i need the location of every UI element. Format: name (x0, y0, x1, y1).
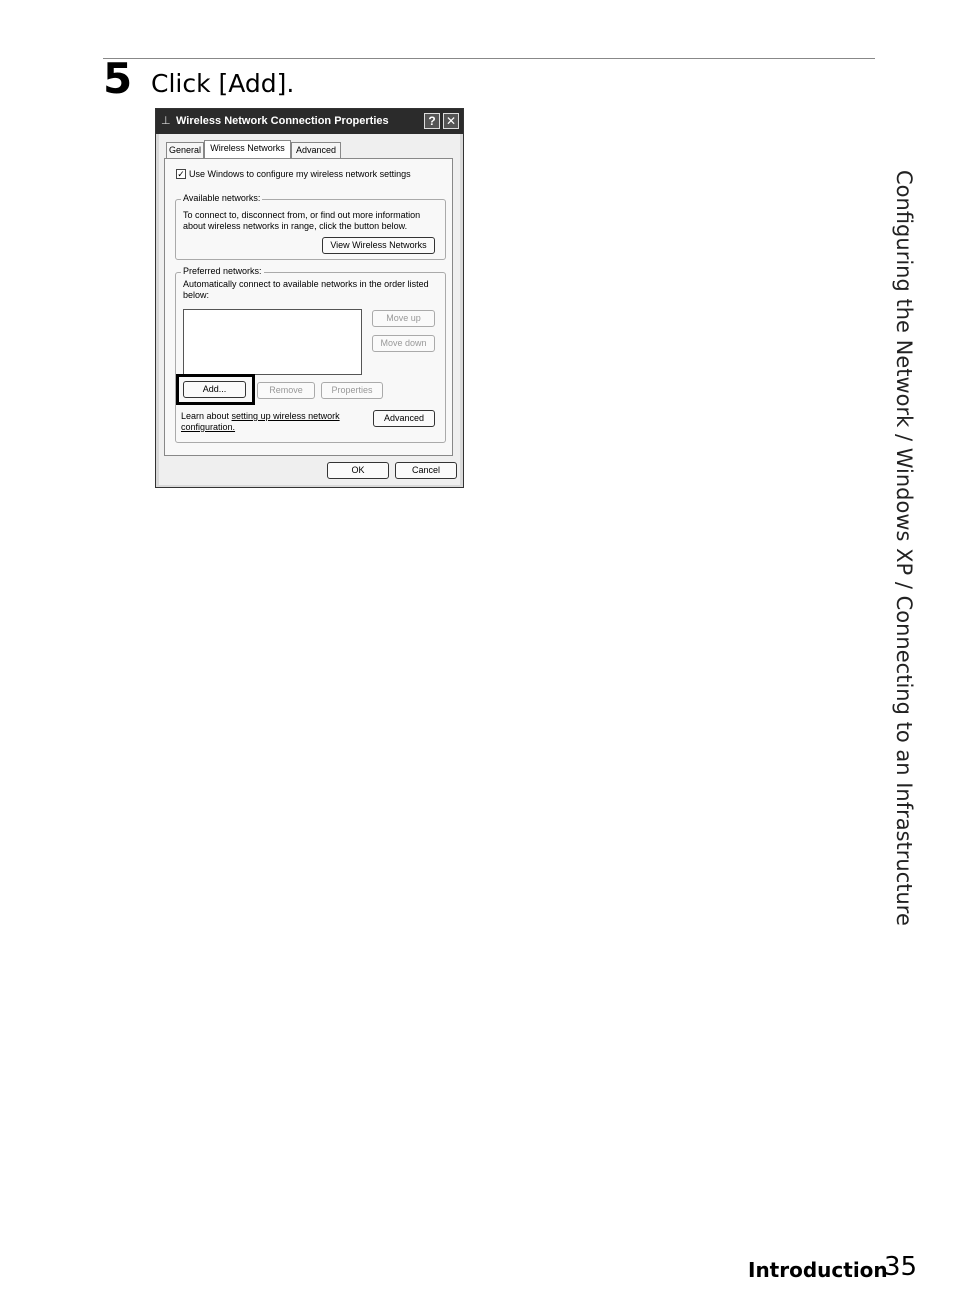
move-down-button[interactable]: Move down (372, 335, 435, 352)
available-networks-text-2: about wireless networks in range, click … (183, 221, 408, 231)
step-number: 5 (103, 54, 133, 103)
add-button[interactable]: Add... (183, 381, 246, 398)
view-wireless-networks-button[interactable]: View Wireless Networks (322, 237, 435, 254)
preferred-networks-list[interactable] (183, 309, 362, 375)
wireless-properties-dialog: ⊥ Wireless Network Connection Properties… (155, 108, 464, 488)
learn-about-text: Learn about setting up wireless network (181, 411, 340, 422)
advanced-button[interactable]: Advanced (373, 410, 435, 427)
help-button[interactable]: ? (424, 113, 440, 129)
tab-advanced[interactable]: Advanced (291, 142, 341, 158)
dialog-title: Wireless Network Connection Properties (176, 115, 389, 127)
wireless-networks-panel: ✓ Use Windows to configure my wireless n… (164, 158, 453, 456)
network-icon: ⊥ (161, 115, 171, 127)
use-windows-label: Use Windows to configure my wireless net… (189, 169, 411, 179)
side-section-title: Configuring the Network / Windows XP / C… (892, 170, 916, 926)
available-networks-legend: Available networks: (181, 193, 263, 204)
title-bar: ⊥ Wireless Network Connection Properties… (156, 109, 463, 134)
use-windows-checkbox[interactable]: ✓ (176, 169, 186, 179)
page-number: 35 (884, 1252, 918, 1282)
tab-general[interactable]: General (166, 142, 204, 158)
preferred-networks-legend: Preferred networks: (181, 266, 264, 277)
top-rule (103, 58, 875, 59)
move-up-button[interactable]: Move up (372, 310, 435, 327)
properties-button[interactable]: Properties (321, 382, 383, 399)
ok-button[interactable]: OK (327, 462, 389, 479)
dialog-body: General Wireless Networks Advanced ✓ Use… (159, 134, 460, 485)
learn-about-link-continued[interactable]: configuration. (181, 422, 235, 433)
cancel-button[interactable]: Cancel (395, 462, 457, 479)
footer-section: Introduction (748, 1258, 888, 1282)
available-networks-text-1: To connect to, disconnect from, or find … (183, 210, 421, 220)
learn-about-link[interactable]: setting up wireless network (232, 411, 340, 421)
preferred-networks-text-2: below: (183, 290, 210, 300)
tab-wireless-networks[interactable]: Wireless Networks (204, 140, 291, 158)
remove-button[interactable]: Remove (257, 382, 315, 399)
learn-about-prefix: Learn about (181, 411, 232, 421)
close-button[interactable]: ✕ (443, 113, 459, 129)
step-instruction: Click [Add]. (151, 69, 295, 98)
preferred-networks-text-1: Automatically connect to available netwo… (183, 279, 429, 289)
